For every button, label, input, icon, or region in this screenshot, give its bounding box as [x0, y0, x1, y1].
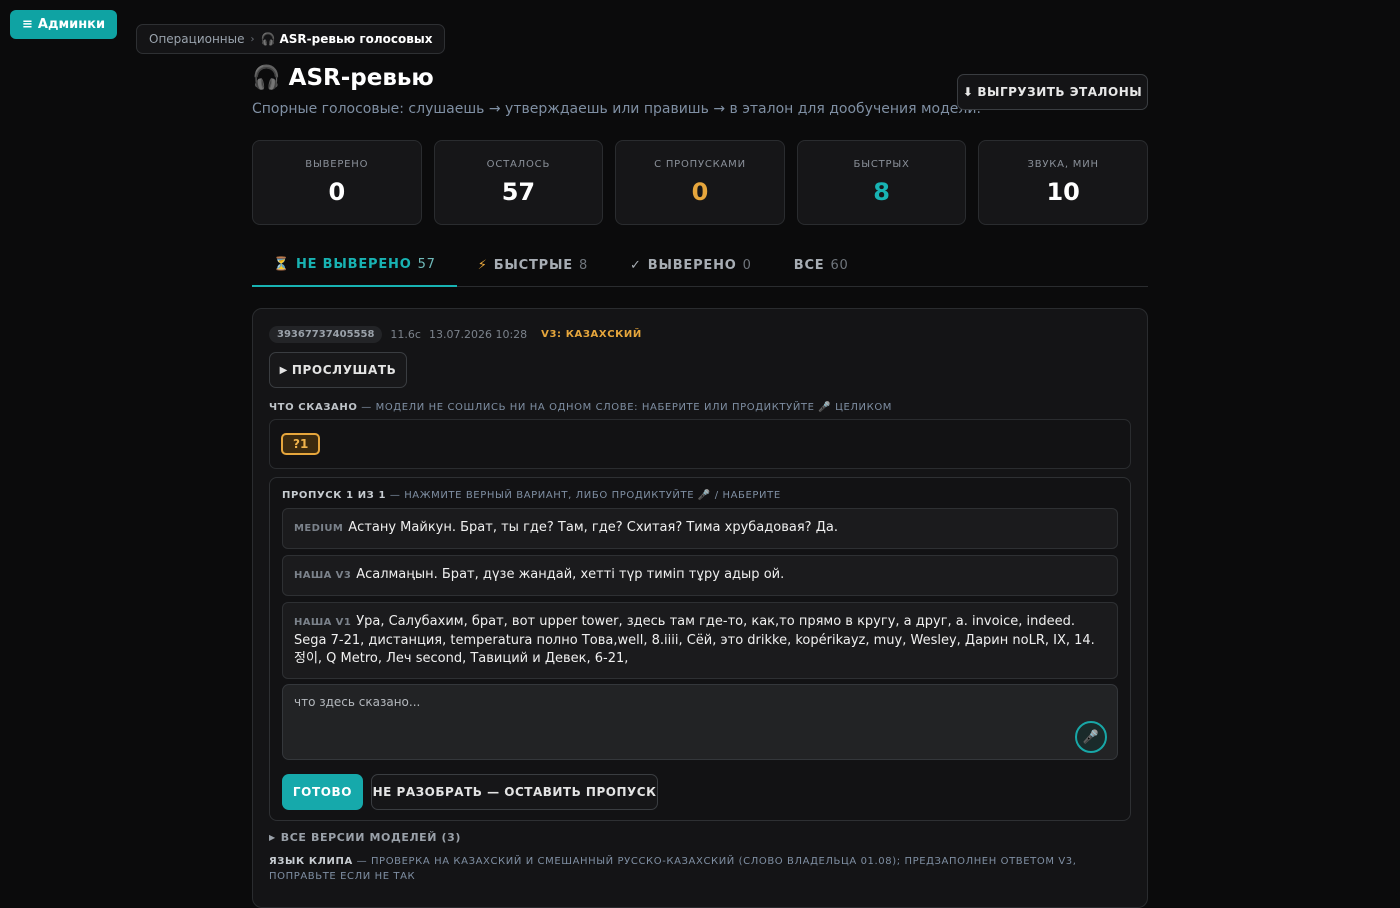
microphone-icon: 🎤: [1082, 729, 1100, 745]
stat-audio-minutes: ЗВУКА, МИН 10: [978, 140, 1148, 225]
dictate-button[interactable]: 🎤: [1075, 721, 1107, 753]
variant-option-v3[interactable]: НАША V3 Асалмаңын. Брат, дүзе жандай, хет…: [282, 555, 1118, 596]
lang-hint: — ПРОВЕРКА НА КАЗАХСКИЙ И СМЕШАННЫЙ РУСС…: [269, 856, 1077, 882]
admin-menu-label: Админки: [37, 17, 106, 32]
filter-tabs: ⏳ НЕ ВЫВЕРЕНО 57 ⚡ БЫСТРЫЕ 8 ✓ ВЫВЕРЕНО …: [252, 244, 1148, 287]
lang-title: ЯЗЫК КЛИПА: [269, 856, 353, 867]
stat-label: ВЫВЕРЕНО: [305, 159, 369, 170]
variant-text: Астану Майкун. Брат, ты где? Там, где? С…: [348, 520, 838, 535]
tab-quick[interactable]: ⚡ БЫСТРЫЕ 8: [457, 244, 609, 287]
tab-verified[interactable]: ✓ ВЫВЕРЕНО 0: [609, 244, 773, 287]
answer-input-wrapper: 🎤: [282, 684, 1118, 760]
leave-gap-button[interactable]: НЕ РАЗОБРАТЬ — ОСТАВИТЬ ПРОПУСК: [371, 774, 658, 810]
variant-option-medium[interactable]: MEDIUM Астану Майкун. Брат, ты где? Там, …: [282, 508, 1118, 549]
clip-meta: 39367737405558 11.6с 13.07.2026 10:28 V3…: [269, 326, 642, 343]
tab-count: 60: [830, 258, 849, 273]
tab-label: НЕ ВЫВЕРЕНО: [296, 257, 412, 272]
breadcrumb-parent-link[interactable]: Операционные: [149, 32, 245, 46]
stat-label: С ПРОПУСКАМИ: [654, 159, 746, 170]
clip-review-card: 39367737405558 11.6с 13.07.2026 10:28 V3…: [252, 308, 1148, 908]
clip-language-tag: V3: КАЗАХСКИЙ: [541, 329, 642, 340]
variant-model-tag: НАША V3: [294, 570, 352, 581]
breadcrumb: Операционные › 🎧 ASR-ревью голосовых: [136, 24, 446, 54]
stat-value: 0: [328, 178, 346, 206]
export-label: ВЫГРУЗИТЬ ЭТАЛОНЫ: [977, 85, 1143, 99]
all-versions-label: ВСЕ ВЕРСИИ МОДЕЛЕЙ (3): [280, 831, 462, 844]
tab-count: 0: [742, 258, 752, 273]
listen-label: ПРОСЛУШАТЬ: [291, 363, 397, 377]
hourglass-icon: ⏳: [273, 257, 290, 272]
said-hint: — МОДЕЛИ НЕ СОШЛИСЬ НИ НА ОДНОМ СЛОВЕ: Н…: [361, 402, 893, 413]
gap-header: ПРОПУСК 1 ИЗ 1 — НАЖМИТЕ ВЕРНЫЙ ВАРИАНТ,…: [282, 490, 781, 501]
tab-label: ВЫВЕРЕНО: [647, 258, 737, 273]
breadcrumb-separator: ›: [250, 33, 255, 45]
stat-label: БЫСТРЫХ: [853, 159, 910, 170]
variant-model-tag: MEDIUM: [294, 523, 344, 534]
play-icon: ▶: [279, 364, 288, 376]
menu-icon: ≡: [22, 17, 33, 32]
page-subtitle: Спорные голосовые: слушаешь → утверждаеш…: [252, 101, 981, 117]
variant-text: Ура, Салубахим, брат, вот upper tower, з…: [294, 614, 1095, 666]
stat-verified: ВЫВЕРЕНО 0: [252, 140, 422, 225]
stat-value: 0: [691, 178, 709, 206]
variant-option-v1[interactable]: НАША V1 Ура, Салубахим, брат, вот upper t…: [282, 602, 1118, 679]
headphones-icon: 🎧: [252, 65, 281, 91]
stat-quick: БЫСТРЫХ 8: [796, 140, 967, 225]
download-icon: ⬇: [962, 85, 974, 99]
stat-value: 10: [1046, 178, 1080, 206]
lightning-icon: ⚡: [477, 258, 488, 273]
done-button[interactable]: ГОТОВО: [282, 774, 363, 810]
tab-count: 8: [578, 258, 589, 273]
admin-menu-button[interactable]: ≡ Админки: [10, 10, 118, 39]
page-title: 🎧 ASR-ревью: [252, 64, 434, 92]
gap-title: ПРОПУСК 1 ИЗ 1: [282, 490, 387, 501]
stat-remaining: ОСТАЛОСЬ 57: [433, 140, 604, 225]
stat-value: 8: [873, 178, 890, 206]
breadcrumb-current-label: ASR-ревью голосовых: [279, 32, 433, 46]
all-versions-toggle[interactable]: ▶ ВСЕ ВЕРСИИ МОДЕЛЕЙ (3): [269, 831, 461, 844]
stat-with-gaps: С ПРОПУСКАМИ 0: [615, 140, 785, 225]
stats-row: ВЫВЕРЕНО 0 ОСТАЛОСЬ 57 С ПРОПУСКАМИ 0 БЫ…: [252, 140, 1148, 225]
clip-duration: 11.6с: [390, 328, 421, 341]
listen-button[interactable]: ▶ ПРОСЛУШАТЬ: [269, 352, 407, 388]
clip-id-badge: 39367737405558: [269, 326, 383, 343]
stat-label: ОСТАЛОСЬ: [486, 159, 551, 170]
tab-all[interactable]: ВСЕ 60: [773, 244, 870, 287]
gap-panel: ПРОПУСК 1 ИЗ 1 — НАЖМИТЕ ВЕРНЫЙ ВАРИАНТ,…: [269, 477, 1131, 821]
checkmark-icon: ✓: [630, 258, 642, 273]
gap-chip[interactable]: ?1: [281, 433, 321, 455]
said-title: ЧТО СКАЗАНО: [269, 402, 358, 413]
transcript-box: ?1: [269, 419, 1131, 469]
export-references-button[interactable]: ⬇ ВЫГРУЗИТЬ ЭТАЛОНЫ: [957, 74, 1148, 110]
caret-right-icon: ▶: [269, 833, 276, 842]
tab-count: 57: [417, 257, 436, 272]
tab-label: ВСЕ: [793, 258, 825, 273]
gap-hint: — НАЖМИТЕ ВЕРНЫЙ ВАРИАНТ, ЛИБО ПРОДИКТУЙ…: [389, 490, 781, 501]
tab-unverified[interactable]: ⏳ НЕ ВЫВЕРЕНО 57: [252, 244, 457, 287]
tab-label: БЫСТРЫЕ: [493, 258, 573, 273]
said-section-label: ЧТО СКАЗАНО — МОДЕЛИ НЕ СОШЛИСЬ НИ НА ОД…: [269, 402, 892, 413]
variant-model-tag: НАША V1: [294, 617, 352, 628]
answer-textarea[interactable]: [283, 685, 1117, 759]
stat-label: ЗВУКА, МИН: [1027, 159, 1099, 170]
breadcrumb-current: 🎧 ASR-ревью голосовых: [261, 32, 433, 46]
stat-value: 57: [501, 178, 536, 206]
page-title-text: ASR-ревью: [288, 64, 434, 91]
variant-text: Асалмаңын. Брат, дүзе жандай, хетті түр …: [356, 567, 785, 582]
headphones-icon: 🎧: [260, 32, 276, 46]
clip-datetime: 13.07.2026 10:28: [428, 328, 528, 341]
